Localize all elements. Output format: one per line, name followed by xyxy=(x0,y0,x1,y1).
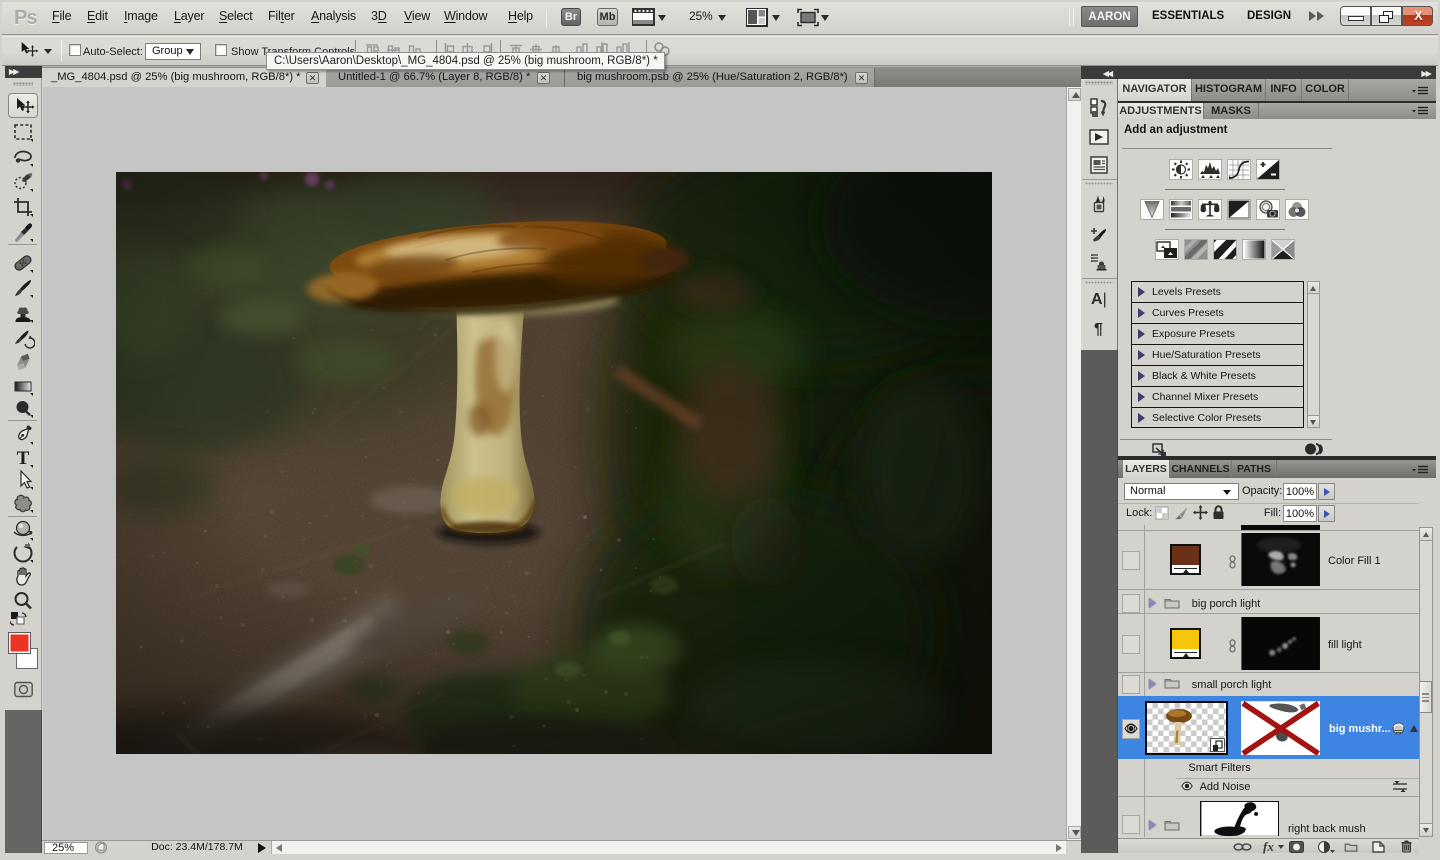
svg-text:T: T xyxy=(17,448,30,469)
